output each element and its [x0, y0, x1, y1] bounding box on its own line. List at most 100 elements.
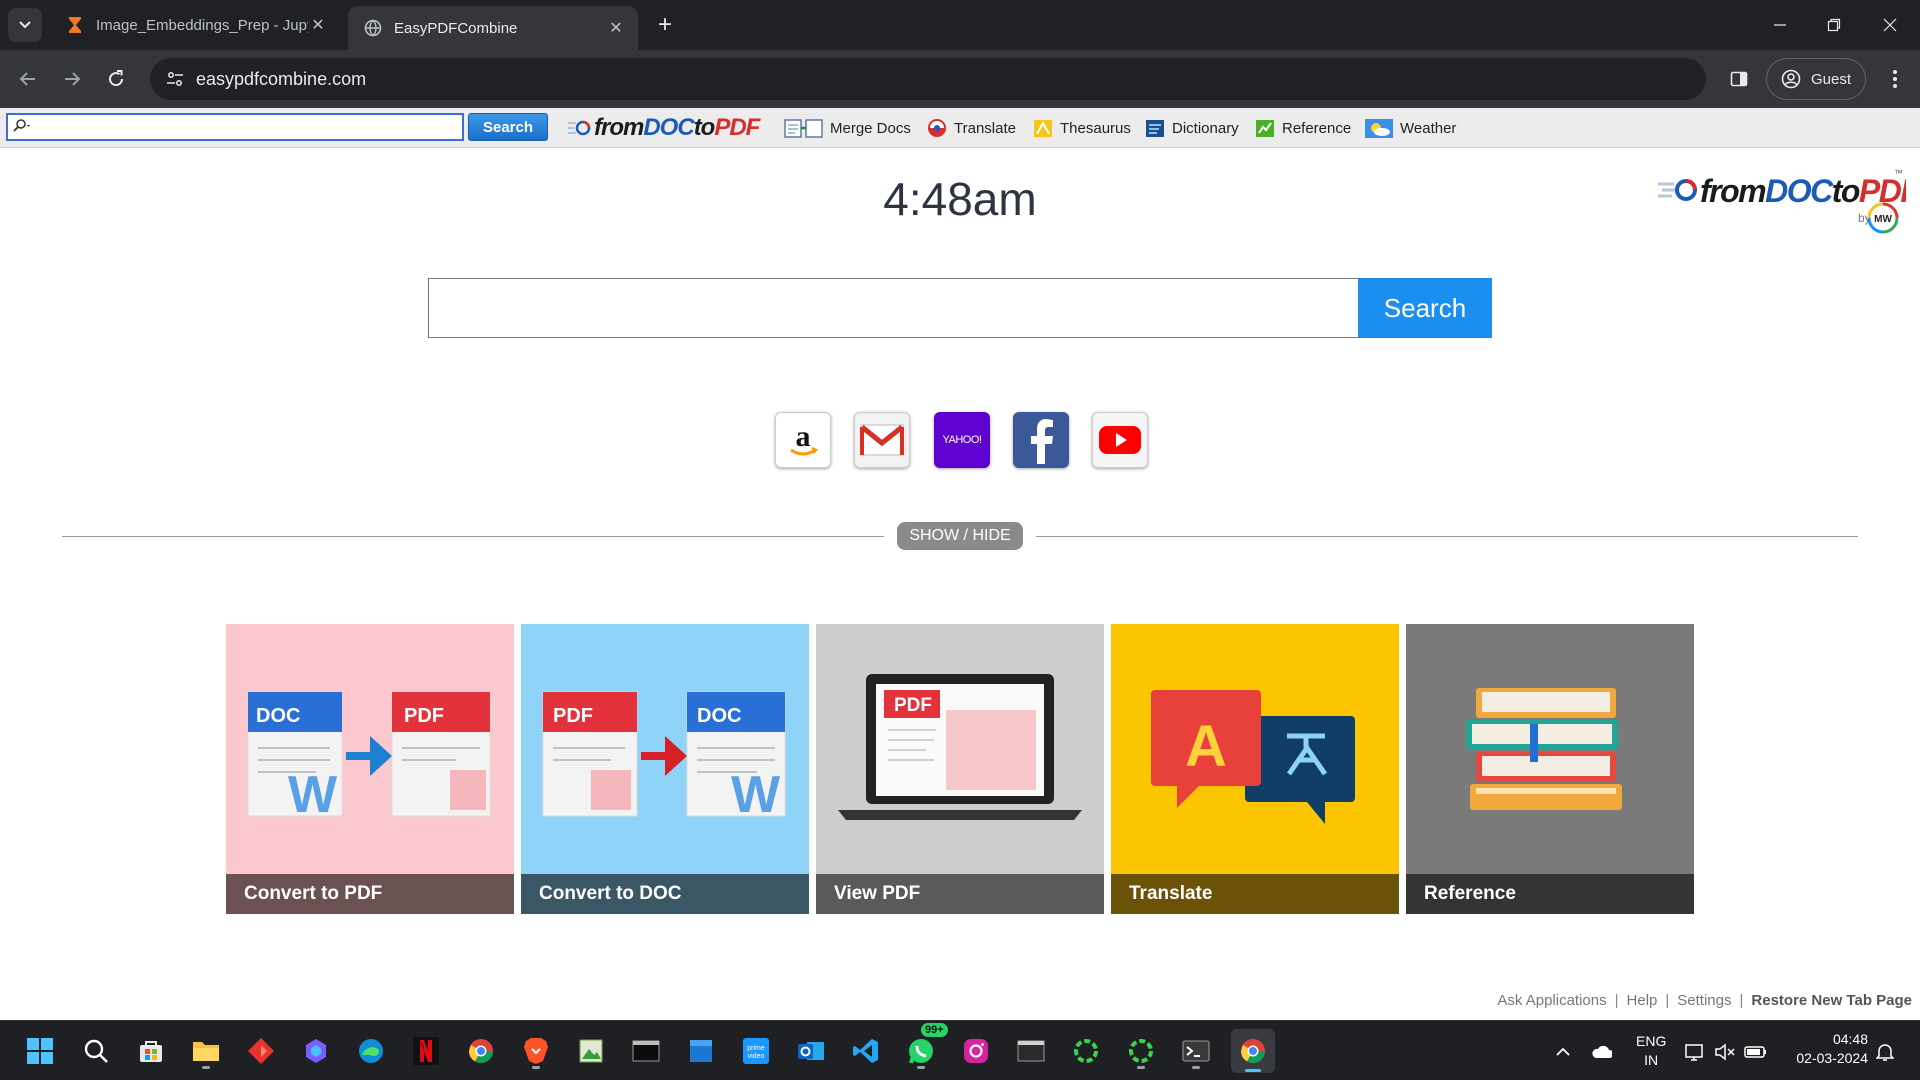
- youtube-quick-link[interactable]: [1092, 412, 1148, 468]
- translate-tile[interactable]: A Translate: [1111, 624, 1399, 914]
- forward-button[interactable]: [56, 63, 88, 95]
- taskbar-search-button[interactable]: [76, 1031, 116, 1071]
- ring-app-icon: [1074, 1039, 1098, 1063]
- taskbar-netflix[interactable]: [406, 1031, 446, 1071]
- taskbar-vscode[interactable]: [846, 1031, 886, 1071]
- restore-new-tab-page-link[interactable]: Restore New Tab Page: [1751, 992, 1912, 1009]
- mw-badge-text: MW: [1874, 214, 1892, 225]
- tray-overflow-button[interactable]: [1552, 1041, 1574, 1063]
- view-pdf-illustration: PDF: [816, 624, 1104, 874]
- section-divider-left: [62, 536, 884, 537]
- dictionary-link[interactable]: Dictionary: [1144, 116, 1239, 140]
- site-info-button[interactable]: [160, 64, 190, 94]
- running-indicator: [917, 1066, 925, 1069]
- start-button[interactable]: [20, 1031, 60, 1071]
- minimize-button[interactable]: [1752, 0, 1808, 50]
- taskbar-prime-video[interactable]: prime video: [736, 1031, 776, 1071]
- yahoo-quick-link[interactable]: YAHOO!: [934, 412, 990, 468]
- close-icon[interactable]: ✕: [606, 18, 626, 38]
- taskbar-chrome-active[interactable]: [1231, 1029, 1275, 1073]
- address-bar[interactable]: easypdfcombine.com: [150, 58, 1706, 100]
- fromdoctopdf-toolbar-logo[interactable]: fromDOCtoPDF: [568, 114, 760, 142]
- browser-tab-easypdfcombine[interactable]: EasyPDFCombine ✕: [348, 6, 638, 50]
- reference-illustration: [1406, 624, 1694, 874]
- battery-tray-button[interactable]: [1744, 1041, 1766, 1063]
- taskbar-chrome[interactable]: [461, 1031, 501, 1071]
- back-button[interactable]: [12, 63, 44, 95]
- convert-to-pdf-illustration: DOC W PDF: [226, 624, 514, 874]
- profile-button[interactable]: Guest: [1766, 58, 1866, 100]
- taskbar-instagram[interactable]: [956, 1031, 996, 1071]
- brave-icon: [524, 1038, 548, 1064]
- taskbar-ring-app[interactable]: [1066, 1031, 1106, 1071]
- close-window-button[interactable]: [1862, 0, 1918, 50]
- taskbar-edge[interactable]: [351, 1031, 391, 1071]
- tray-date: 02-03-2024: [1796, 1050, 1868, 1066]
- toolbar-search-input[interactable]: [6, 113, 464, 141]
- show-hide-toggle[interactable]: SHOW / HIDE: [897, 522, 1023, 550]
- taskbar-terminal[interactable]: [626, 1031, 666, 1071]
- help-link[interactable]: Help: [1627, 992, 1658, 1009]
- taskbar-copilot[interactable]: [296, 1031, 336, 1071]
- merge-docs-link[interactable]: Merge Docs: [784, 116, 911, 140]
- weather-link[interactable]: Weather: [1364, 116, 1456, 140]
- restore-icon: [1827, 18, 1841, 32]
- cmd-icon: [1017, 1040, 1045, 1062]
- network-tray-button[interactable]: [1684, 1041, 1706, 1063]
- convert-to-pdf-tile[interactable]: DOC W PDF Convert to PDF: [226, 624, 514, 914]
- tab-title: EasyPDFCombine: [394, 19, 518, 37]
- search-provider-dropdown[interactable]: [12, 118, 34, 137]
- clock-tray[interactable]: 04:48 02-03-2024: [1776, 1030, 1868, 1068]
- thesaurus-link[interactable]: Thesaurus: [1032, 116, 1131, 140]
- ask-applications-link[interactable]: Ask Applications: [1497, 992, 1606, 1009]
- reference-link[interactable]: Reference: [1254, 116, 1351, 140]
- chrome-icon: [469, 1039, 493, 1064]
- restore-button[interactable]: [1806, 0, 1862, 50]
- translate-label: Translate: [954, 119, 1016, 137]
- reference-label: Reference: [1282, 119, 1352, 137]
- taskbar-ring-app-2[interactable]: [1121, 1031, 1161, 1071]
- input-language-indicator[interactable]: ENG IN: [1636, 1032, 1666, 1070]
- taskbar-app-red[interactable]: [241, 1031, 281, 1071]
- onedrive-tray-button[interactable]: [1590, 1041, 1612, 1063]
- volume-tray-button[interactable]: [1714, 1041, 1736, 1063]
- taskbar-cmd[interactable]: [1011, 1031, 1051, 1071]
- svg-text:video: video: [748, 1053, 765, 1060]
- settings-link[interactable]: Settings: [1677, 992, 1731, 1009]
- facebook-quick-link[interactable]: [1013, 412, 1069, 468]
- reference-tile[interactable]: Reference: [1406, 624, 1694, 914]
- main-search-input[interactable]: [428, 278, 1359, 338]
- gmail-quick-link[interactable]: [854, 412, 910, 468]
- main-search-button[interactable]: Search: [1358, 278, 1492, 338]
- taskbar-sticky[interactable]: [681, 1031, 721, 1071]
- taskbar-photos[interactable]: [571, 1031, 611, 1071]
- convert-to-doc-tile[interactable]: PDF DOC W Convert to DOC: [521, 624, 809, 914]
- taskbar-store[interactable]: [131, 1031, 171, 1071]
- taskbar-whatsapp[interactable]: 99+: [901, 1023, 948, 1071]
- reload-button[interactable]: [100, 63, 132, 95]
- toolbar-logo-text: fromDOCtoPDF: [594, 114, 760, 141]
- footer-separator: |: [1614, 992, 1619, 1009]
- arrow-right-icon: [65, 72, 81, 86]
- url-text: easypdfcombine.com: [196, 68, 367, 89]
- close-icon: [1883, 18, 1897, 32]
- taskbar-outlook[interactable]: [791, 1031, 831, 1071]
- side-panel-button[interactable]: [1724, 64, 1754, 94]
- tab-search-button[interactable]: [8, 8, 42, 42]
- section-divider-right: [1036, 536, 1858, 537]
- notifications-button[interactable]: [1874, 1041, 1896, 1063]
- taskbar-powershell[interactable]: [1176, 1031, 1216, 1071]
- fromdoctopdf-brand-logo[interactable]: fromDOCtoPDF ™ by MW: [1656, 164, 1920, 236]
- taskbar-brave[interactable]: [516, 1031, 556, 1071]
- reload-icon: [109, 70, 124, 87]
- amazon-quick-link[interactable]: a: [775, 412, 831, 468]
- translate-link[interactable]: Translate: [926, 116, 1016, 140]
- close-icon[interactable]: ✕: [308, 15, 328, 35]
- new-tab-button[interactable]: +: [650, 10, 680, 40]
- browser-tab-jupyter[interactable]: Image_Embeddings_Prep - Jupyter ✕: [50, 6, 340, 44]
- chrome-menu-button[interactable]: [1880, 64, 1910, 94]
- view-pdf-tile[interactable]: PDF View PDF: [816, 624, 1104, 914]
- taskbar-file-explorer[interactable]: [186, 1031, 226, 1071]
- whatsapp-icon: [909, 1039, 933, 1064]
- toolbar-search-button[interactable]: Search: [468, 113, 548, 141]
